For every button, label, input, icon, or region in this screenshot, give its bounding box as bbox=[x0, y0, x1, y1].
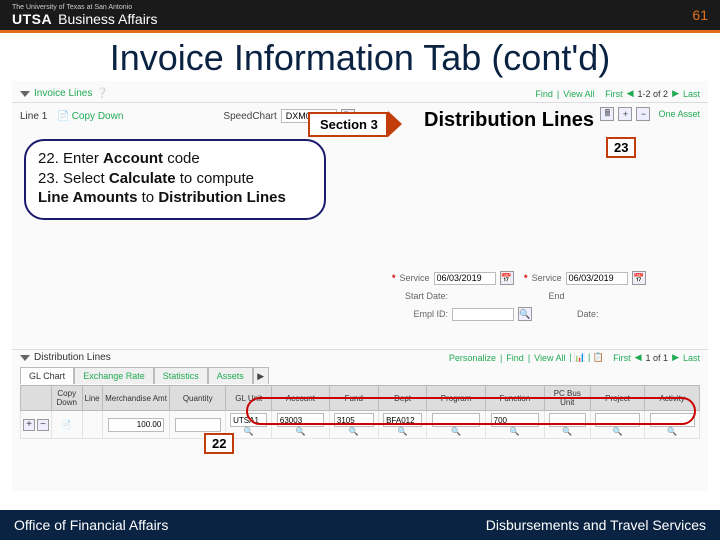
lookup-icon[interactable]: 🔍 bbox=[398, 427, 408, 436]
qty-input[interactable] bbox=[175, 418, 221, 432]
lookup-icon[interactable]: 🔍 bbox=[518, 307, 532, 321]
distribution-lines-bar: Distribution Lines Personalize | Find | … bbox=[12, 349, 708, 365]
lookup-icon[interactable]: 🔍 bbox=[667, 427, 677, 436]
calculate-button[interactable]: 🖩 bbox=[600, 107, 614, 121]
row-add-button[interactable]: + bbox=[23, 419, 35, 431]
tab-exchange-rate[interactable]: Exchange Rate bbox=[74, 367, 154, 384]
collapse-icon[interactable] bbox=[20, 355, 30, 361]
page-title: Invoice Information Tab (cont'd) bbox=[0, 33, 720, 81]
first-link[interactable]: First bbox=[605, 89, 623, 99]
end-label: End bbox=[509, 291, 565, 301]
dist-count: 1 of 1 bbox=[646, 353, 669, 363]
lookup-icon[interactable]: 🔍 bbox=[349, 427, 359, 436]
calendar-icon[interactable]: 📅 bbox=[500, 271, 514, 285]
dist-last[interactable]: Last bbox=[683, 353, 700, 363]
lookup-icon[interactable]: 🔍 bbox=[451, 427, 461, 436]
dist-prev-icon[interactable]: ◀ bbox=[635, 352, 642, 363]
copy-down-icon[interactable]: 📄 bbox=[62, 420, 72, 429]
dist-next-icon[interactable]: ▶ bbox=[672, 352, 679, 363]
col-copy-down[interactable]: Copy Down bbox=[52, 386, 83, 411]
copy-down-link[interactable]: 📄Copy Down bbox=[57, 111, 123, 122]
header-bar: The University of Texas at San Antonio U… bbox=[0, 0, 720, 30]
col-qty[interactable]: Quantity bbox=[170, 386, 226, 411]
last-link[interactable]: Last bbox=[683, 89, 700, 99]
lookup-icon[interactable]: 🔍 bbox=[562, 427, 572, 436]
delete-line-button[interactable]: − bbox=[636, 107, 650, 121]
service-date2[interactable] bbox=[566, 272, 628, 285]
row-highlight-annotation bbox=[246, 397, 696, 425]
personalize-link[interactable]: Personalize bbox=[449, 353, 496, 363]
find-link[interactable]: Find bbox=[535, 89, 553, 99]
calendar-icon[interactable]: 📅 bbox=[632, 271, 646, 285]
empl-label: Empl ID: bbox=[392, 309, 448, 319]
business-affairs-text: Business Affairs bbox=[58, 11, 157, 27]
distribution-lines-heading: Distribution Lines bbox=[424, 109, 594, 132]
viewall-link[interactable]: View All bbox=[563, 89, 594, 99]
merch-input[interactable] bbox=[108, 418, 165, 432]
lookup-icon[interactable]: 🔍 bbox=[613, 427, 623, 436]
header-subtitle: The University of Texas at San Antonio bbox=[12, 4, 157, 11]
invoice-lines-label: Invoice Lines bbox=[34, 88, 92, 99]
footer-left: Office of Financial Affairs bbox=[14, 517, 168, 533]
expand-tabs-icon[interactable]: ▶ bbox=[253, 367, 269, 384]
tab-statistics[interactable]: Statistics bbox=[154, 367, 208, 384]
distribution-tabs: GL Chart Exchange Rate Statistics Assets… bbox=[20, 367, 269, 384]
footer-bar: Office of Financial Affairs Disbursement… bbox=[0, 510, 720, 540]
footer-right: Disbursements and Travel Services bbox=[486, 517, 706, 533]
line-value: 1 bbox=[42, 111, 48, 122]
one-asset-link[interactable]: One Asset bbox=[658, 107, 700, 121]
service-block: *Service📅 *Service📅 Start Date: End Empl… bbox=[392, 271, 646, 327]
section-3-label: Section 3 bbox=[308, 112, 388, 137]
utsa-logo-text: UTSA bbox=[12, 11, 52, 27]
invoice-lines-header: Invoice Lines ❔ Find | View All First ◀ … bbox=[12, 85, 708, 103]
instruction-callout: 22. Enter Account code 23. Select Calcul… bbox=[24, 139, 326, 220]
add-line-button[interactable]: + bbox=[618, 107, 632, 121]
collapse-icon[interactable] bbox=[20, 91, 30, 97]
section-3-pointer: Section 3 bbox=[308, 111, 402, 137]
col-line[interactable]: Line bbox=[82, 386, 102, 411]
screenshot-stage: Invoice Lines ❔ Find | View All First ◀ … bbox=[12, 81, 708, 491]
service-label: Service bbox=[400, 273, 430, 283]
dist-viewall-link[interactable]: View All bbox=[534, 353, 565, 363]
distribution-lines-label: Distribution Lines bbox=[34, 352, 111, 363]
marker-22: 22 bbox=[204, 433, 234, 454]
row-count: 1-2 of 2 bbox=[638, 89, 669, 99]
slide-number: 61 bbox=[692, 7, 708, 23]
line-label: Line bbox=[20, 111, 39, 122]
row-delete-button[interactable]: − bbox=[37, 419, 49, 431]
date-label: Date: bbox=[543, 309, 599, 319]
start-date-label: Start Date: bbox=[392, 291, 448, 301]
speedchart-label: SpeedChart bbox=[223, 111, 276, 122]
lookup-icon[interactable]: 🔍 bbox=[295, 427, 305, 436]
help-icon[interactable]: ❔ bbox=[96, 88, 108, 99]
lookup-icon[interactable]: 🔍 bbox=[510, 427, 520, 436]
lookup-icon[interactable]: 🔍 bbox=[244, 427, 254, 436]
dist-first[interactable]: First bbox=[613, 353, 631, 363]
empl-input[interactable] bbox=[452, 308, 514, 321]
next-icon[interactable]: ▶ bbox=[672, 88, 679, 99]
tab-assets[interactable]: Assets bbox=[208, 367, 253, 384]
tab-gl-chart[interactable]: GL Chart bbox=[20, 367, 74, 384]
marker-23: 23 bbox=[606, 137, 636, 158]
prev-icon[interactable]: ◀ bbox=[627, 88, 634, 99]
service-date1[interactable] bbox=[434, 272, 496, 285]
col-merch[interactable]: Merchandise Amt bbox=[102, 386, 170, 411]
dist-find-link[interactable]: Find bbox=[506, 353, 524, 363]
